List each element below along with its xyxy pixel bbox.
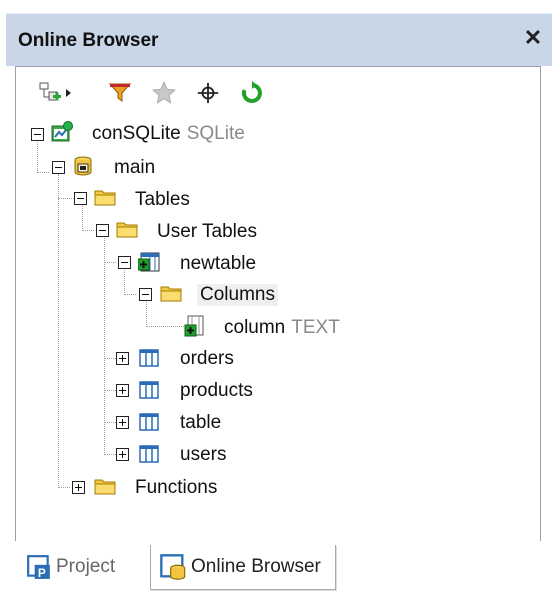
table-icon [139, 381, 159, 399]
expand-toggle[interactable] [116, 448, 129, 461]
favorites-star-icon [151, 80, 177, 104]
tab-online-browser[interactable]: Online Browser [150, 545, 336, 590]
panel-titlebar: Online Browser ✕ [6, 13, 552, 66]
online-browser-panel: Online Browser ✕ conSQLite SQLite main T… [0, 0, 552, 594]
collapse-toggle[interactable] [118, 256, 131, 269]
favorites-button[interactable] [150, 78, 178, 108]
expand-toggle[interactable] [116, 416, 129, 429]
tree-node-schema-main[interactable]: main [114, 157, 155, 179]
tree-node-columns[interactable]: Columns [197, 284, 278, 306]
tree-node-table-table[interactable]: table [180, 412, 221, 434]
refresh-button[interactable] [238, 78, 266, 108]
column-type-label: TEXT [291, 317, 340, 338]
tree-connector [104, 358, 116, 359]
tree-node-connection[interactable]: conSQLite SQLite [92, 123, 245, 145]
folder-icon [160, 286, 182, 302]
new-table-icon [138, 252, 160, 272]
collapse-toggle[interactable] [139, 288, 152, 301]
collapse-toggle[interactable] [96, 224, 109, 237]
panel-tab-bar: P Project Online Browser [0, 541, 552, 594]
tree-connector [124, 270, 125, 295]
tree-node-table-users[interactable]: users [180, 444, 226, 466]
tree-connector [82, 206, 83, 231]
tree-connector [146, 326, 184, 327]
filter-icon [108, 83, 132, 102]
collapse-toggle[interactable] [31, 128, 44, 141]
folder-icon [94, 190, 116, 206]
tab-project[interactable]: P Project [18, 545, 125, 589]
tree-connector [37, 140, 38, 173]
collapse-toggle[interactable] [74, 192, 87, 205]
project-icon: P [27, 555, 50, 580]
dropdown-arrow-icon [66, 89, 71, 97]
panel-title: Online Browser [18, 30, 159, 51]
expand-toggle[interactable] [116, 352, 129, 365]
tab-project-label: Project [56, 556, 116, 577]
folder-icon [94, 479, 116, 495]
column-label: column [224, 317, 286, 338]
locate-crosshair-icon [197, 82, 219, 104]
schema-icon [74, 156, 92, 176]
table-icon [139, 349, 159, 367]
connection-type-label: SQLite [186, 123, 245, 144]
tree-connector [104, 454, 116, 455]
tree-node-table-orders[interactable]: orders [180, 348, 234, 370]
table-icon [139, 445, 159, 463]
expand-toggle[interactable] [72, 481, 85, 494]
database-connection-icon [51, 121, 73, 142]
new-column-icon [184, 315, 204, 337]
refresh-icon [241, 81, 262, 103]
tree-connector [37, 172, 49, 173]
add-datasource-button[interactable] [36, 78, 64, 108]
tree-connector [104, 390, 116, 391]
tree-node-tables[interactable]: Tables [135, 189, 190, 211]
table-icon [139, 413, 159, 431]
add-datasource-dropdown[interactable] [62, 78, 76, 108]
online-browser-icon [160, 554, 186, 580]
tree-connector [124, 294, 136, 295]
tree-node-functions[interactable]: Functions [135, 477, 217, 499]
tree-connector [146, 302, 147, 327]
svg-text:P: P [38, 566, 46, 580]
locate-button[interactable] [194, 78, 222, 108]
tree-node-table-products[interactable]: products [180, 380, 253, 402]
collapse-toggle[interactable] [52, 161, 65, 174]
tree-node-user-tables[interactable]: User Tables [157, 221, 257, 243]
tab-online-browser-label: Online Browser [191, 556, 321, 577]
close-button[interactable]: ✕ [522, 26, 544, 50]
tree-node-column[interactable]: column TEXT [224, 317, 340, 339]
tree-connector [58, 487, 70, 488]
tree-connector [104, 422, 116, 423]
expand-toggle[interactable] [116, 384, 129, 397]
connection-label: conSQLite [92, 123, 181, 144]
add-datasource-icon [39, 82, 61, 101]
folder-icon [116, 222, 138, 238]
tree-connector [58, 174, 59, 488]
tree-connector [104, 262, 116, 263]
filter-button[interactable] [106, 78, 134, 108]
tree-connector [82, 230, 94, 231]
tree-node-newtable[interactable]: newtable [180, 253, 256, 275]
